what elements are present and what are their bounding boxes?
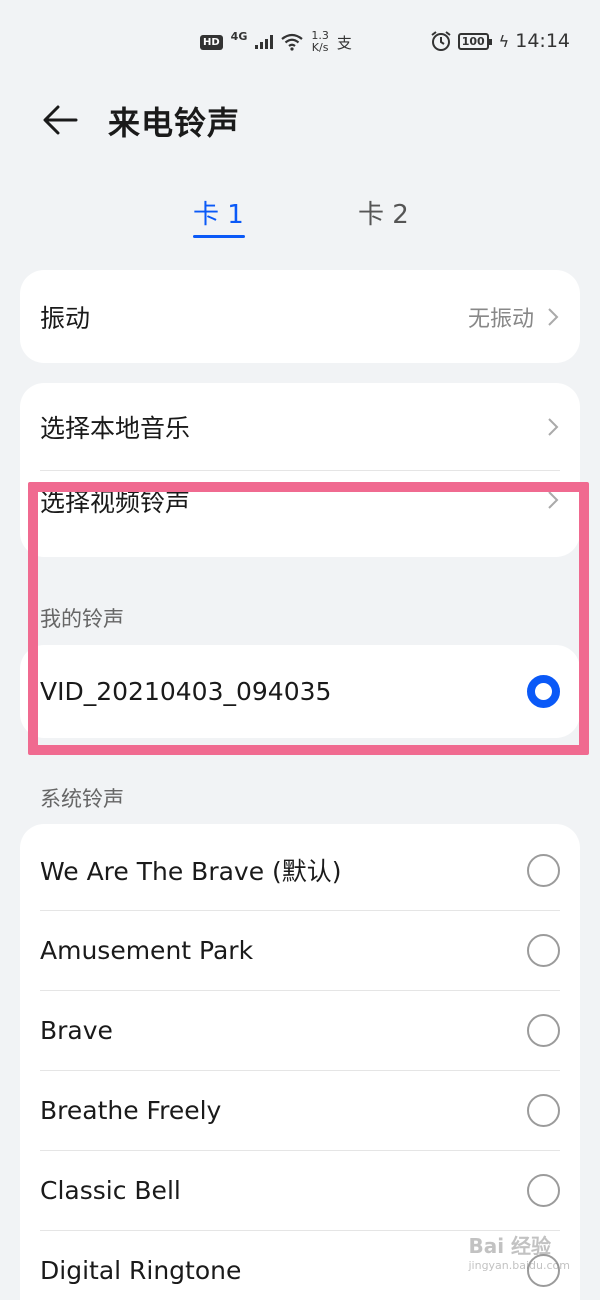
ringtone-label: Brave (40, 1015, 113, 1045)
system-ringtones-card: We Are The Brave (默认) Amusement Park Bra… (20, 824, 580, 1300)
vibration-card: 振动 无振动 (20, 270, 580, 363)
vibration-value-group: 无振动 (468, 301, 560, 333)
radio-unselected[interactable] (527, 853, 560, 887)
page-title: 来电铃声 (108, 104, 241, 142)
signal-icon (255, 35, 274, 49)
ringtone-label: VID_20210403_094035 (40, 677, 332, 706)
local-music-label: 选择本地音乐 (40, 413, 191, 443)
chevron-right-icon (548, 307, 559, 326)
my-ringtones-card: VID_20210403_094035 (20, 645, 580, 738)
alarm-icon (431, 31, 451, 51)
system-ringtones-title: 系统铃声 (40, 787, 124, 811)
ringtone-source-card: 选择本地音乐 选择视频铃声 (20, 383, 580, 557)
active-tab-indicator (193, 235, 245, 238)
video-ringtone-row[interactable]: 选择视频铃声 (40, 471, 560, 541)
tab-sim-1[interactable]: 卡 1 (193, 194, 244, 231)
radio-unselected[interactable] (527, 1173, 560, 1207)
net-speed: 1.3 K/s (311, 30, 329, 54)
video-ringtone-label: 选择视频铃声 (40, 488, 191, 517)
radio-selected[interactable] (527, 675, 560, 708)
list-item[interactable]: Amusement Park (40, 910, 560, 990)
wifi-icon (281, 33, 304, 51)
battery-icon: 100 (457, 32, 492, 50)
tab-sim-2[interactable]: 卡 2 (358, 194, 409, 231)
vibration-label: 振动 (40, 303, 91, 333)
radio-unselected[interactable] (527, 933, 560, 967)
watermark-text: Bai 经验 (468, 1234, 552, 1258)
list-item[interactable]: We Are The Brave (默认) (40, 830, 560, 910)
list-item[interactable]: Brave (40, 990, 560, 1070)
ringtone-label: Classic Bell (40, 1175, 181, 1205)
radio-unselected[interactable] (527, 1093, 560, 1127)
back-button[interactable] (40, 100, 80, 140)
net-speed-unit: K/s (311, 41, 329, 54)
hd-icon: HD (200, 34, 223, 50)
list-item[interactable]: VID_20210403_094035 (40, 645, 560, 738)
radio-unselected[interactable] (527, 1013, 560, 1047)
list-item[interactable]: Classic Bell (40, 1150, 560, 1230)
status-left: HD 4G 1.3 K/s 支 (200, 30, 352, 54)
back-arrow-icon (43, 105, 78, 135)
watermark-subtext: jingyan.baidu.com (468, 1259, 570, 1272)
ringtone-label: Digital Ringtone (40, 1255, 242, 1285)
clock: 14:14 (515, 30, 570, 52)
alipay-icon: 支 (336, 33, 352, 52)
status-bar: HD 4G 1.3 K/s 支 100 ϟ 14:14 (0, 0, 600, 90)
list-item[interactable]: Breathe Freely (40, 1070, 560, 1150)
ringtone-label: Breathe Freely (40, 1095, 222, 1125)
ringtone-label: Amusement Park (40, 935, 254, 965)
local-music-row[interactable]: 选择本地音乐 (40, 383, 560, 470)
chevron-right-icon (548, 491, 559, 509)
network-type: 4G (230, 29, 248, 43)
chevron-right-icon (548, 417, 559, 436)
charging-icon: ϟ (498, 31, 510, 51)
vibration-row[interactable]: 振动 无振动 (40, 270, 560, 363)
vibration-value: 无振动 (467, 306, 534, 332)
status-right: 100 ϟ 14:14 (430, 30, 570, 52)
my-ringtones-title: 我的铃声 (40, 607, 124, 631)
watermark: Bai 经验 jingyan.baidu.com (468, 1230, 570, 1272)
ringtone-label: We Are The Brave (默认) (40, 857, 342, 886)
